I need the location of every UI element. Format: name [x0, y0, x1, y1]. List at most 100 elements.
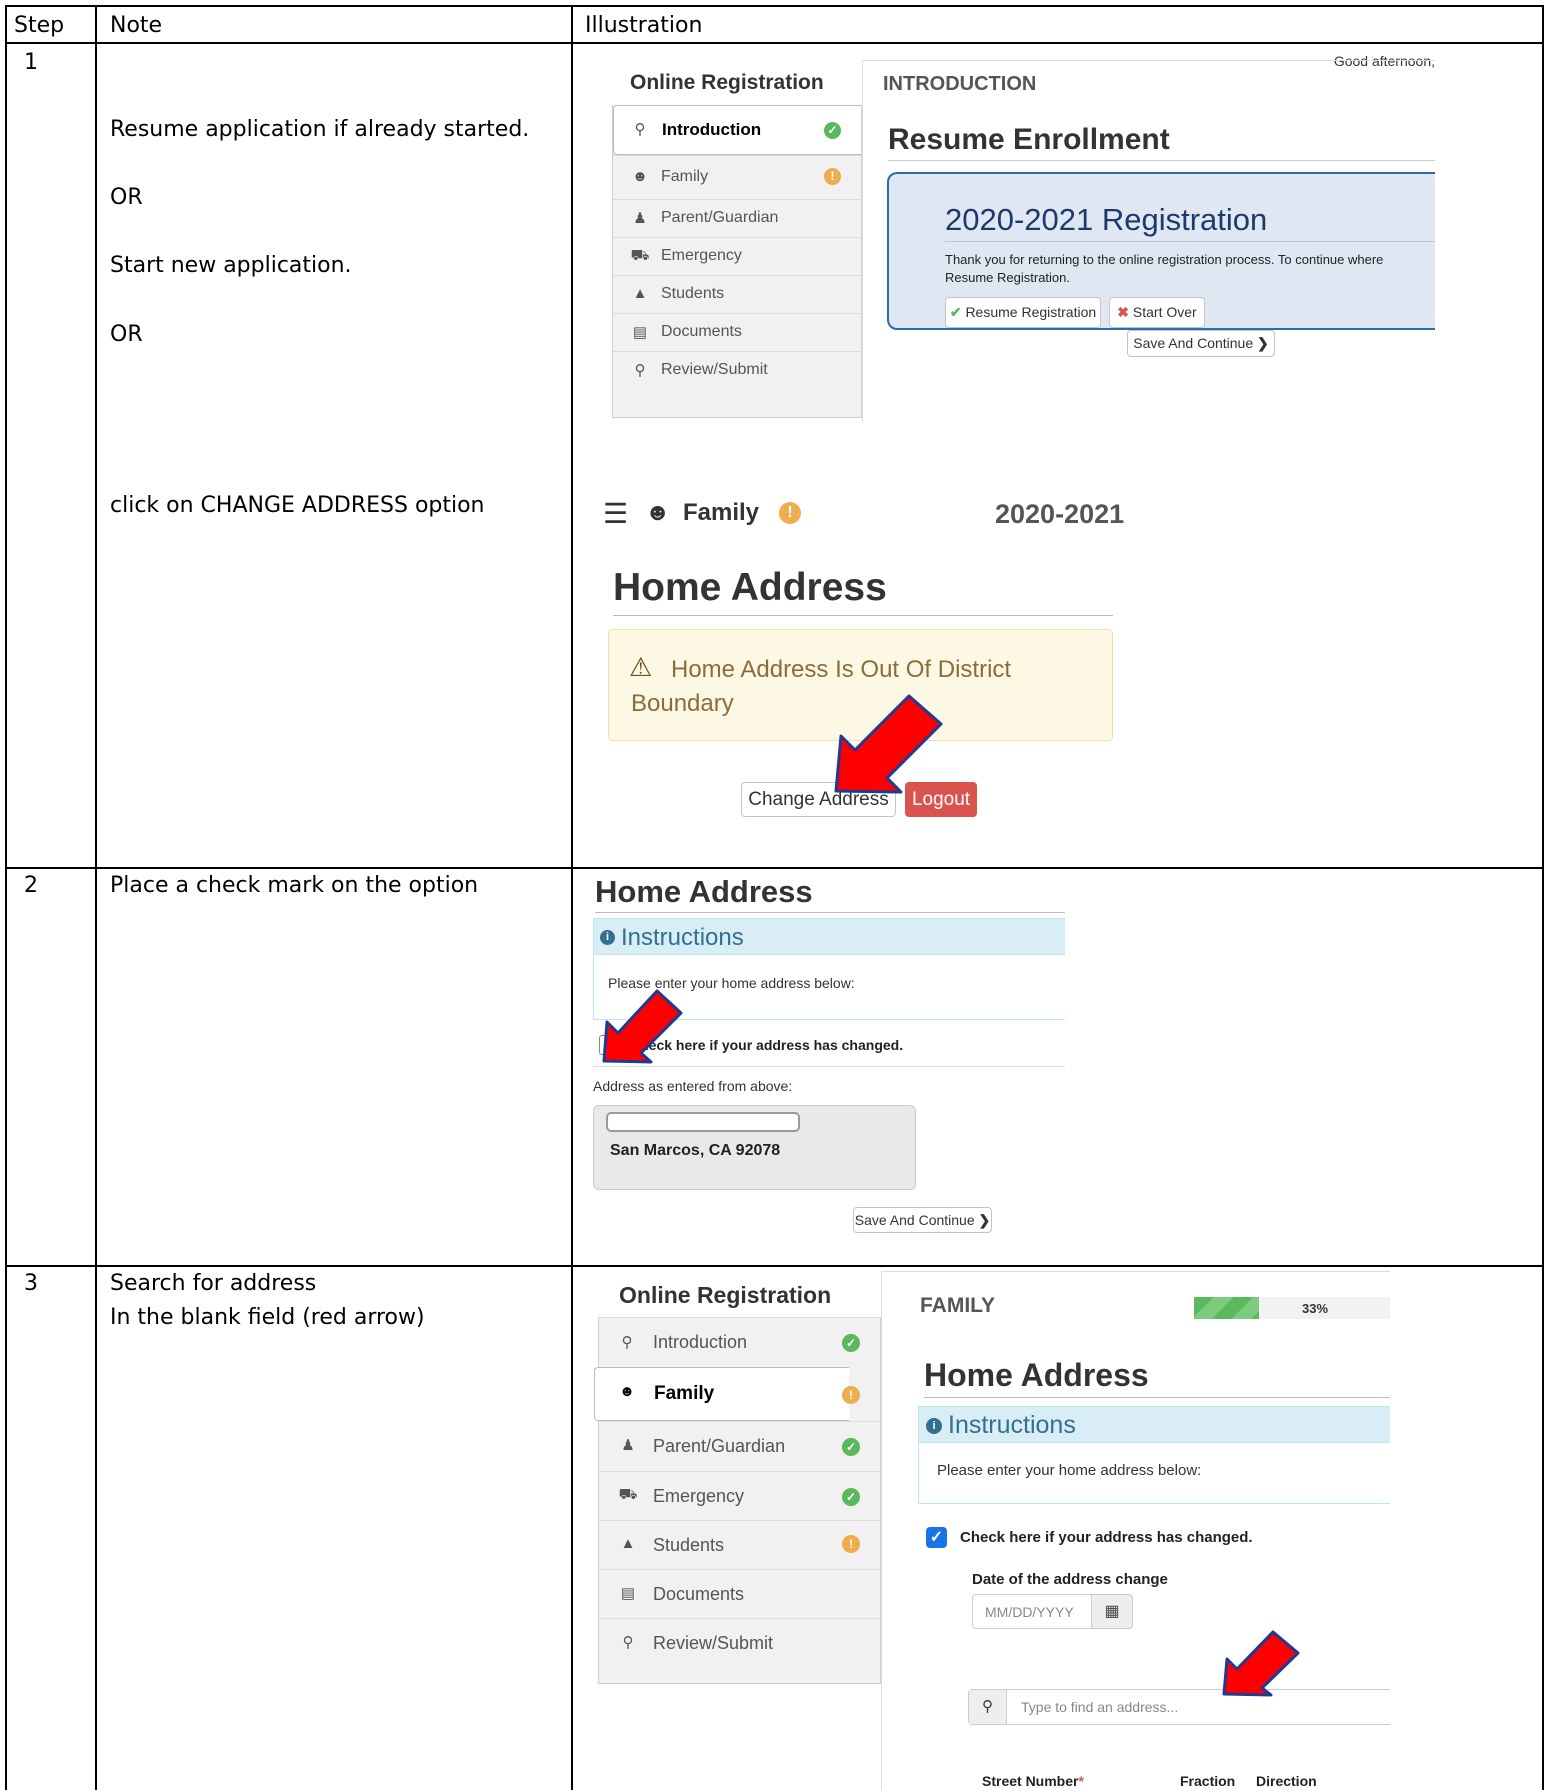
step-note: click on CHANGE ADDRESS option — [110, 493, 485, 518]
address-caption: Address as entered from above: — [593, 1078, 793, 1094]
date-placeholder: MM/DD/YYYY — [985, 1604, 1074, 1620]
table-border — [571, 5, 573, 1790]
graduation-cap-icon: ▲ — [620, 1535, 636, 1552]
page-heading: Home Address — [924, 1357, 1149, 1393]
instructions-panel: i Instructions Please enter your home ad… — [918, 1406, 1390, 1504]
sidebar-item-label: Documents — [661, 323, 742, 340]
table-border — [95, 5, 97, 1790]
exclamation-circle-icon: ! — [779, 502, 801, 524]
address-changed-checkbox[interactable]: ✓ — [926, 1527, 947, 1548]
date-label: Date of the address change — [972, 1571, 1168, 1588]
sidebar-item-review-submit[interactable]: ⚲ Review/Submit — [613, 351, 861, 391]
header-illustration: Illustration — [585, 13, 703, 38]
heading-rule — [888, 160, 1435, 161]
document-icon: ▤ — [632, 324, 648, 341]
registration-card: 2020-2021 Registration Thank you for ret… — [887, 172, 1435, 330]
resume-registration-button[interactable]: ✔ Resume Registration — [945, 297, 1101, 328]
ambulance-icon: ⛟ — [630, 247, 650, 264]
warning-icon: ⚠ — [629, 652, 653, 682]
school-year: 2020-2021 — [995, 499, 1125, 529]
save-continue-label: Save And Continue — [854, 1212, 975, 1228]
page-heading: Home Address — [595, 874, 813, 909]
sidebar-item-introduction[interactable]: ⚲ Introduction ✓ — [599, 1317, 880, 1367]
sidebar-item-introduction[interactable]: ⚲ Introduction ✓ — [613, 105, 861, 155]
step-note: OR — [110, 322, 143, 347]
sidebar-item-label: Students — [653, 1535, 725, 1555]
sidebar-item-parent-guardian[interactable]: ♟ Parent/Guardian ✓ — [599, 1421, 880, 1471]
step-note: Place a check mark on the option — [110, 873, 479, 898]
sidebar-item-students[interactable]: ▲ Students ! — [599, 1520, 880, 1569]
page-heading: Home Address — [613, 566, 887, 609]
card-title: 2020-2021 Registration — [945, 202, 1268, 237]
alert-text: Boundary — [631, 690, 734, 717]
table-border — [1542, 5, 1544, 1790]
start-over-button[interactable]: ✖ Start Over — [1109, 297, 1205, 328]
document-icon: ▤ — [620, 1585, 636, 1602]
table-border — [5, 5, 7, 1790]
instructions-header: i Instructions — [919, 1407, 1390, 1443]
heading-rule — [595, 912, 1065, 913]
column-label: Street Number — [982, 1773, 1079, 1789]
progress-bar: 33% — [1194, 1297, 1390, 1319]
table-border — [5, 5, 1544, 7]
exclamation-circle-icon: ! — [842, 1386, 860, 1404]
hamburger-menu-icon[interactable]: ☰ — [603, 497, 628, 530]
sidebar-item-emergency[interactable]: ⛟ Emergency — [613, 237, 861, 275]
search-icon: ⚲ — [622, 1634, 634, 1651]
sidebar-item-documents[interactable]: ▤ Documents — [599, 1569, 880, 1618]
step-note: In the blank field (red arrow) — [110, 1305, 425, 1330]
sidebar-item-family[interactable]: ☻ Family ! — [613, 155, 861, 199]
sidebar-item-family[interactable]: ☻ Family — [594, 1367, 849, 1421]
chevron-right-icon: ❯ — [1257, 335, 1269, 351]
sidebar-item-label: Family — [654, 1383, 715, 1404]
table-border — [5, 867, 1544, 869]
sidebar-item-parent-guardian[interactable]: ♟ Parent/Guardian — [613, 199, 861, 237]
address-box: San Marcos, CA 92078 — [593, 1105, 916, 1190]
search-icon: ⚲ — [634, 362, 646, 379]
section-title: INTRODUCTION — [883, 73, 1037, 95]
users-icon: ☻ — [619, 1383, 635, 1400]
save-and-continue-button[interactable]: Save And Continue ❯ — [1127, 330, 1275, 357]
instructions-title: Instructions — [621, 924, 744, 951]
search-icon: ⚲ — [969, 1690, 1007, 1724]
users-icon: ☻ — [645, 499, 671, 526]
alert-text: Home Address Is Out Of District — [671, 656, 1012, 683]
info-icon: i — [600, 930, 615, 945]
save-and-continue-button[interactable]: Save And Continue ❯ — [853, 1207, 992, 1233]
step-note: Search for address — [110, 1271, 317, 1296]
sidebar-item-emergency[interactable]: ⛟ Emergency ✓ — [599, 1471, 880, 1520]
heading-rule — [924, 1397, 1390, 1398]
section-title: FAMILY — [920, 1294, 996, 1317]
exclamation-circle-icon: ! — [824, 168, 841, 185]
check-circle-icon: ✓ — [842, 1334, 860, 1352]
instructions-text: Please enter your home address below: — [937, 1462, 1202, 1479]
sidebar-item-documents[interactable]: ▤ Documents — [613, 313, 861, 351]
address-city: San Marcos, CA 92078 — [610, 1142, 781, 1159]
lightbulb-icon: ⚲ — [634, 121, 646, 138]
sidebar-item-review-submit[interactable]: ⚲ Review/Submit — [599, 1618, 880, 1668]
instructions-title: Instructions — [948, 1411, 1076, 1439]
sidebar-title: Online Registration — [630, 71, 824, 94]
step-note: Resume application if already started. — [110, 117, 530, 142]
screenshot-address-changed-checkbox: Home Address i Instructions Please enter… — [583, 870, 1065, 1262]
sidebar-item-label: Documents — [653, 1584, 745, 1604]
calendar-icon[interactable]: ▦ — [1091, 1594, 1133, 1629]
address-search[interactable]: ⚲ Type to find an address... — [968, 1689, 1390, 1725]
sidebar-item-students[interactable]: ▲ Students — [613, 275, 861, 313]
screenshot-out-of-district: ☰ ☻ Family ! 2020-2021 Home Address ⚠ Ho… — [583, 484, 1129, 844]
divider — [593, 1066, 1065, 1067]
check-circle-icon: ✓ — [842, 1488, 860, 1506]
graduation-cap-icon: ▲ — [632, 285, 648, 302]
card-text: Resume Registration. — [945, 270, 1070, 285]
progress-fill — [1194, 1297, 1259, 1319]
instructions-header: i Instructions — [594, 919, 1065, 955]
step-note: Start new application. — [110, 253, 352, 278]
chevron-right-icon: ❯ — [978, 1212, 991, 1228]
table-border — [5, 42, 1544, 44]
check-circle-icon: ✓ — [842, 1438, 860, 1456]
screenshot-address-search: Online Registration ⚲ Introduction ✓ ☻ F… — [590, 1267, 1390, 1790]
sidebar-item-label: Parent/Guardian — [653, 1436, 786, 1456]
save-continue-label: Save And Continue — [1133, 335, 1254, 351]
checkbox-label: Check here if your address has changed. — [960, 1529, 1253, 1546]
date-field[interactable]: MM/DD/YYYY — [972, 1594, 1092, 1629]
